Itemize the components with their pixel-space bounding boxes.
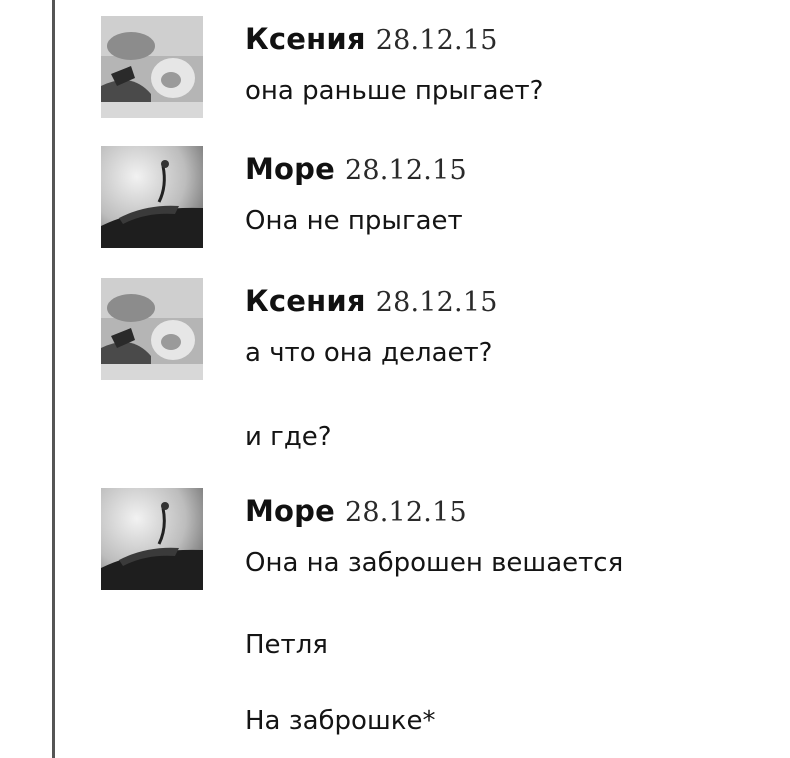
- message-text: а что она делает?: [245, 338, 493, 368]
- avatar[interactable]: [101, 488, 203, 590]
- message-text: Она не прыгает: [245, 206, 463, 236]
- message-text: она раньше прыгает?: [245, 76, 544, 106]
- message-author[interactable]: Море 28.12.15: [245, 152, 467, 186]
- message-author[interactable]: Ксения 28.12.15: [245, 284, 498, 318]
- author-name[interactable]: Море: [245, 152, 335, 186]
- author-name[interactable]: Ксения: [245, 22, 366, 56]
- author-name[interactable]: Море: [245, 494, 335, 528]
- message-text: Петля: [245, 630, 328, 660]
- user-photo-icon: [101, 16, 203, 118]
- message-date: 28.12.15: [375, 25, 498, 56]
- avatar[interactable]: [101, 16, 203, 118]
- user-photo-icon: [101, 488, 203, 590]
- message-text: На заброшке*: [245, 706, 436, 736]
- message-date: 28.12.15: [345, 497, 467, 528]
- message-author[interactable]: Море 28.12.15: [245, 494, 467, 528]
- message-date: 28.12.15: [345, 155, 467, 186]
- user-photo-icon: [101, 278, 203, 380]
- message-text: Она на заброшен вешается: [245, 548, 624, 578]
- message-date: 28.12.15: [375, 287, 498, 318]
- conversation-left-rule: [52, 0, 55, 758]
- author-name[interactable]: Ксения: [245, 284, 366, 318]
- avatar[interactable]: [101, 146, 203, 248]
- message-text: и где?: [245, 422, 332, 452]
- avatar[interactable]: [101, 278, 203, 380]
- user-photo-icon: [101, 146, 203, 248]
- message-author[interactable]: Ксения 28.12.15: [245, 22, 498, 56]
